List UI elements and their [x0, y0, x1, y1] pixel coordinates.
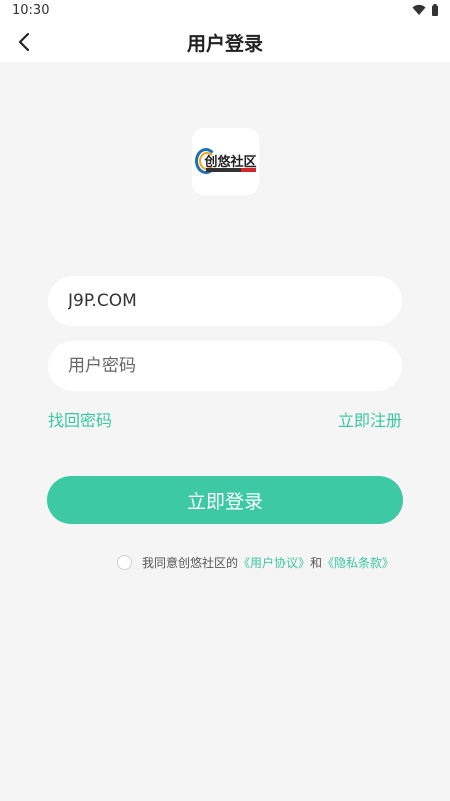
privacy-policy-link[interactable]: 《隐私条款》 [322, 554, 394, 571]
agree-checkbox[interactable] [117, 555, 132, 570]
app-logo: 创悠社区 [192, 128, 259, 195]
password-input[interactable] [66, 355, 390, 377]
user-agreement-link[interactable]: 《用户协议》 [238, 554, 310, 571]
page-title: 用户登录 [186, 33, 263, 55]
username-input[interactable] [66, 290, 390, 312]
forgot-password-link[interactable]: 找回密码 [48, 407, 112, 431]
nav-bar: 用户登录 [0, 22, 450, 62]
wifi-icon [412, 4, 426, 15]
battery-icon [432, 4, 438, 16]
agreement-and: 和 [310, 556, 323, 570]
login-button[interactable]: 立即登录 [47, 476, 403, 524]
username-field[interactable] [48, 276, 402, 326]
register-link[interactable]: 立即注册 [338, 407, 402, 431]
status-time: 10:30 [12, 3, 50, 18]
agreement-row: 我同意创悠社区的 《用户协议》 和 《隐私条款》 [117, 554, 394, 571]
status-icons [412, 4, 438, 16]
status-bar: 10:30 [0, 0, 450, 22]
logo-mark: 创悠社区 [194, 147, 257, 177]
password-field[interactable] [48, 341, 402, 391]
logo-subline [205, 167, 256, 172]
agreement-prefix: 我同意创悠社区的 [142, 556, 239, 570]
